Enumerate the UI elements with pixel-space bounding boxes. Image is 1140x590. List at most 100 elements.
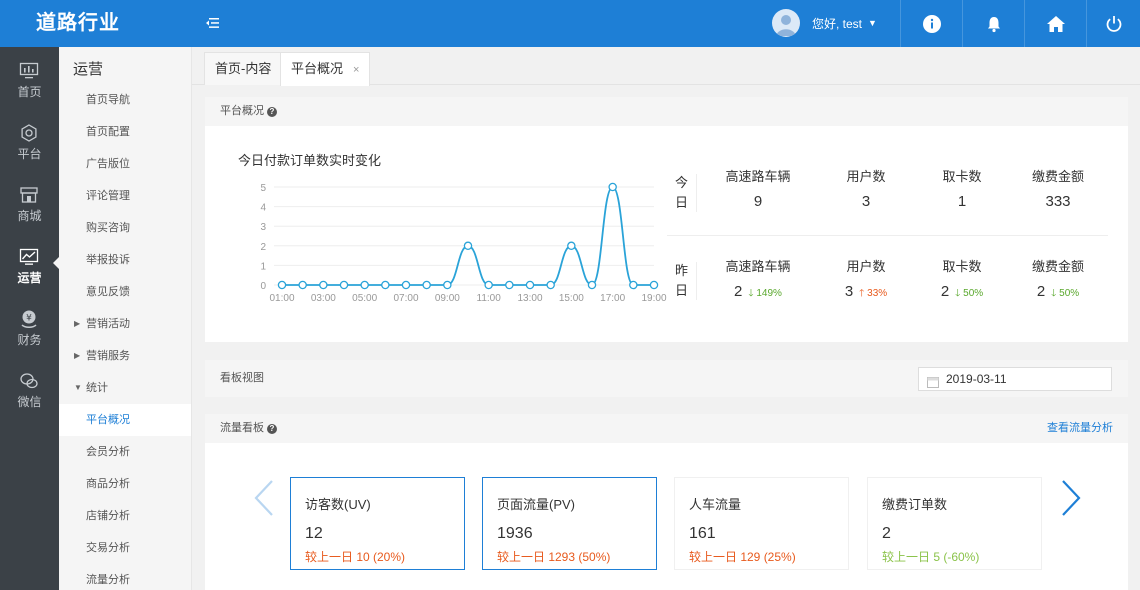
submenu-item[interactable]: 商品分析 [59,468,191,500]
data-point [339,280,349,290]
x-tick-label: 17:00 [600,293,625,304]
help-icon[interactable]: ? [267,107,277,117]
close-icon[interactable]: × [353,64,359,76]
card-title: 页面流量(PV) [497,497,576,512]
monitor-icon [19,61,39,81]
submenu-item[interactable]: 意见反馈 [59,276,191,308]
submenu-item-platform-overview[interactable]: 平台概况 [59,404,191,436]
caret-right-icon: ▶ [74,319,81,328]
submenu-group-marketing[interactable]: ▶ 营销活动 [59,308,191,340]
submenu-group-label: 营销活动 [86,318,130,330]
y-tick-label: 4 [260,203,266,214]
power-icon[interactable] [1086,0,1140,47]
today-stat: 用户数 3 [816,166,916,210]
stat-value: 9 [753,193,763,210]
sidebar-item-label: 首页 [17,85,42,99]
stat-name: 缴费金额 [1031,169,1084,184]
sidebar-item-label: 微信 [17,395,42,409]
home-icon[interactable] [1024,0,1086,47]
sidebar-item-finance[interactable]: ¥ 财务 [0,295,59,357]
data-point [567,241,576,251]
data-point [443,280,452,290]
panel-title: 平台概况 [220,105,264,117]
submenu-group-label: 营销服务 [86,350,130,362]
today-label-char: 日 [674,195,688,210]
submenu-item[interactable]: 首页导航 [59,84,191,116]
main-sidebar: 首页 平台 商城 运营 ¥ 财务 微信 [0,47,59,590]
caret-down-icon: ▼ [74,383,82,392]
next-arrow-icon[interactable] [1055,478,1085,518]
submenu-item[interactable]: 评论管理 [59,180,191,212]
info-icon[interactable] [900,0,962,47]
user-menu[interactable]: 您好, test ▼ [772,9,877,37]
sidebar-item-store[interactable]: 商城 [0,171,59,233]
today-stat: 高速路车辆 9 [708,166,808,210]
store-icon [19,185,39,205]
submenu-group-label: 统计 [86,382,108,394]
tab-label: 首页-内容 [215,61,272,76]
sidebar-item-wechat[interactable]: 微信 [0,357,59,419]
traffic-card-pv[interactable]: 页面流量(PV) 1936 较上一日 1293 (50%) [482,477,657,570]
menu-toggle-icon[interactable] [204,14,222,32]
sidebar-item-label: 平台 [17,147,42,161]
divider [667,235,1108,236]
sidebar-item-platform[interactable]: 平台 [0,109,59,171]
y-tick-label: 1 [260,261,266,272]
traffic-card-uv[interactable]: 访客数(UV) 12 较上一日 10 (20%) [290,477,465,570]
submenu-item[interactable]: 流量分析 [59,564,191,590]
submenu-group-stats[interactable]: ▼ 统计 [59,372,191,404]
tab-home-content[interactable]: 首页-内容 [204,52,283,85]
tab-platform-overview[interactable]: 平台概况 × [280,52,371,86]
submenu-item[interactable]: 会员分析 [59,436,191,468]
date-picker[interactable]: 2019-03-11 [918,367,1112,391]
chevron-down-icon: ▼ [868,18,877,28]
card-compare: 较上一日 129 (25%) [689,550,796,564]
sidebar-item-operations[interactable]: 运营 [0,233,59,295]
x-tick-label: 15:00 [559,293,584,304]
submenu-item[interactable]: 交易分析 [59,532,191,564]
caret-right-icon: ▶ [74,351,81,360]
change-value: 50% [1059,288,1080,299]
sub-sidebar: 运营 首页导航 首页配置 广告版位 评论管理 购买咨询 举报投诉 意见反馈 ▶ 营… [59,47,192,590]
stat-value-row: 2 🡓 149% [708,283,808,303]
submenu-item[interactable]: 购买咨询 [59,212,191,244]
panel-title: 流量看板 [220,422,264,434]
data-point [484,280,493,290]
stat-value-row: 2 🡓 50% [1008,283,1108,303]
submenu-group-services[interactable]: ▶ 营销服务 [59,340,191,372]
prev-arrow-icon[interactable] [250,478,280,518]
traffic-card-vehicle-flow[interactable]: 人车流量 161 较上一日 129 (25%) [674,477,849,570]
stat-value-row: 3 🡑 33% [816,283,916,303]
data-point [629,280,638,290]
yesterday-label-char: 昨 [674,263,688,278]
help-icon[interactable]: ? [267,424,277,434]
yesterday-stat: 用户数 3 🡑 33% [816,256,916,303]
data-point [608,182,617,192]
submenu-item[interactable]: 首页配置 [59,116,191,148]
x-tick-label: 19:00 [641,293,666,304]
card-title: 人车流量 [689,497,742,512]
calendar-icon [927,373,939,388]
avatar [772,9,800,37]
submenu-item[interactable]: 广告版位 [59,148,191,180]
stat-value: 3 [844,283,854,300]
today-stat: 缴费金额 333 [1008,166,1108,210]
data-point [319,280,328,290]
top-bar: 道路行业 您好, test ▼ [0,0,1140,47]
card-title: 缴费订单数 [882,497,948,512]
x-tick-label: 11:00 [477,293,502,304]
sidebar-item-home[interactable]: 首页 [0,47,59,109]
submenu-item[interactable]: 举报投诉 [59,244,191,276]
stat-name: 取卡数 [942,259,982,274]
traffic-card-payment-orders[interactable]: 缴费订单数 2 较上一日 5 (-60%) [867,477,1042,570]
board-view-bar: 看板视图 2019-03-11 [205,360,1128,397]
today-label-char: 今 [674,175,688,190]
y-tick-label: 3 [260,222,266,233]
tab-label: 平台概况 [291,61,344,76]
submenu-item[interactable]: 店铺分析 [59,500,191,532]
bell-icon[interactable] [962,0,1024,47]
change-down-badge: 🡓 50% [955,288,983,299]
view-traffic-analysis-link[interactable]: 查看流量分析 [1047,414,1113,443]
yesterday-stat: 高速路车辆 2 🡓 149% [708,256,808,303]
orders-chart: 今日付款订单数实时变化 0 1 2 3 4 5 01:00 03:00 05:00 07:00 09… [205,126,667,337]
